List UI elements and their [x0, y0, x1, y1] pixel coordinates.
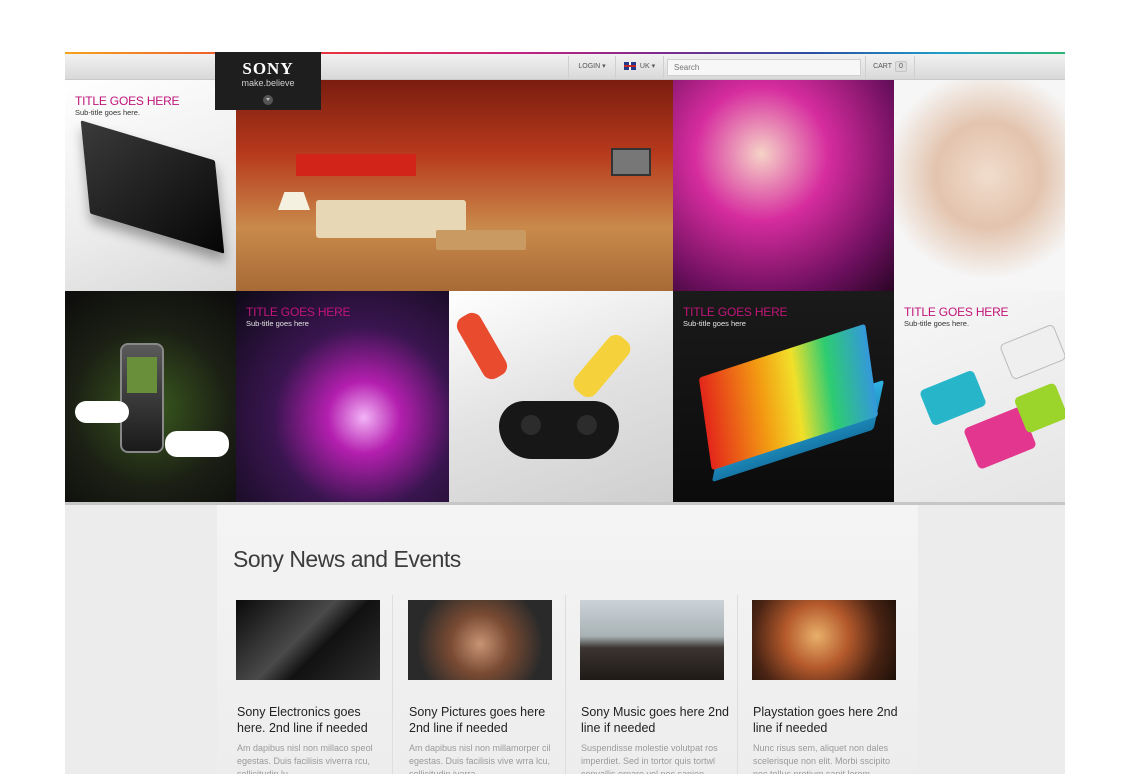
chevron-down-icon[interactable] [263, 95, 273, 105]
page-frame: LOGIN ▾ UK ▾ CART0 SONY make.believe TIT… [65, 52, 1065, 774]
tile-subtitle: Sub-title goes here. [904, 319, 970, 328]
hero-tile-living-room[interactable] [236, 80, 673, 291]
hero-tile-playstation[interactable] [449, 291, 673, 502]
divider [392, 595, 393, 774]
room-image-detail [611, 148, 651, 176]
tile-title: TITLE GOES HERE [683, 305, 788, 319]
camera-image [998, 323, 1065, 381]
hero-tile-laptop[interactable]: TITLE GOES HERE Sub-title goes here [673, 291, 894, 502]
camera-image [918, 369, 988, 427]
sony-logo[interactable]: SONY make.believe [215, 52, 321, 110]
search-input[interactable] [667, 59, 861, 76]
gamepad-image [499, 401, 619, 459]
news-card[interactable]: Sony Electronics goes here. 2nd line if … [233, 600, 393, 774]
news-card[interactable]: Sony Music goes here 2nd line if needed … [577, 600, 737, 774]
player-image [453, 309, 511, 383]
hero-tile-cameras[interactable]: TITLE GOES HERE Sub-title goes here. [894, 291, 1065, 502]
news-card-title[interactable]: Sony Music goes here 2nd line if needed [581, 704, 729, 736]
hero-tile-phone[interactable] [65, 291, 236, 502]
news-card-image[interactable] [752, 600, 896, 680]
hero-tile-music[interactable]: TITLE GOES HERE Sub-title goes here [236, 291, 449, 502]
news-card-title[interactable]: Sony Electronics goes here. 2nd line if … [237, 704, 385, 736]
divider [737, 595, 738, 774]
room-image-detail [436, 230, 526, 250]
phone-image [120, 343, 164, 453]
logo-tagline: make.believe [241, 78, 295, 88]
cloud-image [75, 401, 129, 423]
news-card-image[interactable] [580, 600, 724, 680]
cart-button[interactable]: CART 0 [865, 56, 915, 78]
news-card[interactable]: Playstation goes here 2nd line if needed… [749, 600, 909, 774]
news-card-text: Nunc risus sem, aliquet non dales sceler… [753, 743, 891, 774]
news-card-image[interactable] [236, 600, 380, 680]
language-label: UK ▾ [639, 63, 656, 70]
news-card-image[interactable] [408, 600, 552, 680]
hero-tile-product[interactable]: TITLE GOES HERE Sub-title goes here. [65, 80, 236, 291]
product-image [80, 120, 225, 254]
hero-tile-performer[interactable] [673, 80, 894, 291]
uk-flag-icon [623, 62, 636, 71]
tile-subtitle: Sub-title goes here [683, 319, 746, 328]
tile-title: TITLE GOES HERE [75, 94, 180, 108]
tile-subtitle: Sub-title goes here. [75, 108, 141, 117]
room-image-detail [296, 154, 416, 176]
hero-tile-portrait[interactable] [894, 80, 1065, 291]
room-image-detail [278, 192, 310, 210]
news-section: Sony News and Events Sony Electronics go… [217, 505, 918, 774]
cart-label: CART [873, 63, 893, 70]
logo-brand: SONY [242, 59, 294, 78]
news-card-text: Am dapibus nisl non millaco speol egesta… [237, 743, 373, 774]
cloud-image [165, 431, 229, 457]
news-card-text: Am dapibus nisl non millamorper cil eges… [409, 743, 551, 774]
login-menu[interactable]: LOGIN ▾ [568, 56, 616, 78]
tile-subtitle: Sub-title goes here [246, 319, 309, 328]
news-card[interactable]: Sony Pictures goes here 2nd line if need… [405, 600, 565, 774]
player-image [569, 330, 635, 402]
news-heading: Sony News and Events [233, 546, 461, 572]
tile-title: TITLE GOES HERE [246, 305, 351, 319]
news-card-title[interactable]: Sony Pictures goes here 2nd line if need… [409, 704, 557, 736]
language-selector[interactable]: UK ▾ [616, 56, 664, 78]
news-card-title[interactable]: Playstation goes here 2nd line if needed [753, 704, 901, 736]
tile-title: TITLE GOES HERE [904, 305, 1009, 319]
divider [565, 595, 566, 774]
cart-count-badge: 0 [895, 61, 907, 72]
news-card-text: Suspendisse molestie volutpat ros imperd… [581, 743, 718, 774]
